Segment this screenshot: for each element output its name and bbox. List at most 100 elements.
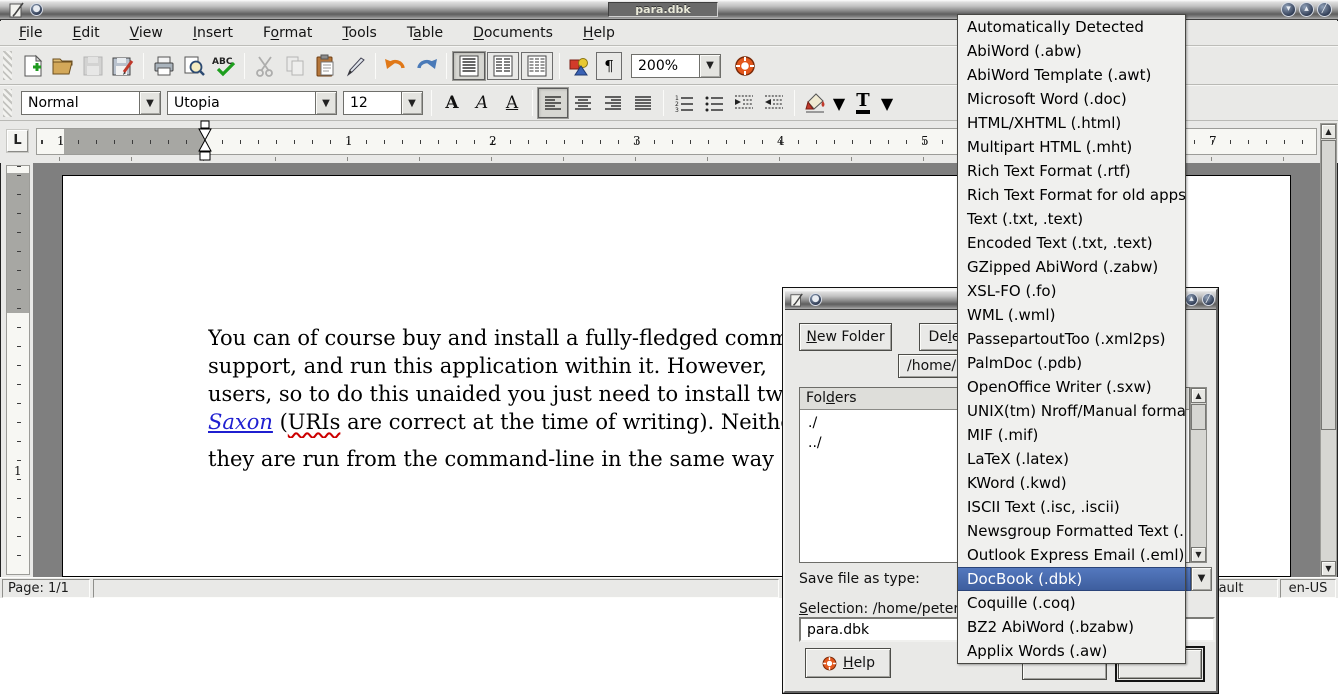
text-line[interactable]: support, and run this application within… <box>208 354 793 382</box>
scrollbar-thumb[interactable] <box>1191 404 1206 430</box>
indent-marker[interactable] <box>197 120 213 162</box>
chevron-down-icon[interactable]: ▼ <box>699 54 721 78</box>
format-option[interactable]: AbiWord (.abw) <box>958 39 1185 63</box>
tab-type-selector[interactable]: L <box>7 130 28 152</box>
font-color-button[interactable]: T <box>848 88 878 118</box>
format-option[interactable]: PalmDoc (.pdb) <box>958 351 1185 375</box>
minimize-button[interactable]: ▾ <box>1281 2 1296 17</box>
text-line[interactable]: Saxon (URIs are correct at the time of w… <box>208 410 793 438</box>
misspelled-word[interactable]: URIs <box>288 410 341 434</box>
format-option[interactable]: HTML/XHTML (.html) <box>958 111 1185 135</box>
view-one-column-button[interactable] <box>453 52 485 80</box>
menu-tools[interactable]: Tools <box>331 22 388 44</box>
format-option[interactable]: Multipart HTML (.mht) <box>958 135 1185 159</box>
format-option[interactable]: ISCII Text (.isc, .iscii) <box>958 495 1185 519</box>
new-document-button[interactable] <box>18 51 48 81</box>
scrollbar-thumb[interactable] <box>1321 140 1336 430</box>
underline-button[interactable]: A <box>497 88 527 118</box>
files-scrollbar[interactable]: ▲ ▼ <box>1190 387 1207 563</box>
stylus-button[interactable] <box>340 51 370 81</box>
format-option[interactable]: PassepartoutToo (.xml2ps) <box>958 327 1185 351</box>
format-option[interactable]: DocBook (.dbk) <box>958 567 1185 591</box>
font-value[interactable]: Utopia <box>167 91 315 115</box>
close-button[interactable]: ╱ <box>1317 2 1332 17</box>
zoom-combobox[interactable]: 200% ▼ <box>631 54 721 78</box>
format-option[interactable]: MIF (.mif) <box>958 423 1185 447</box>
format-option[interactable]: XSL-FO (.fo) <box>958 279 1185 303</box>
format-option[interactable]: Automatically Detected <box>958 15 1185 39</box>
vertical-ruler[interactable]: 1 <box>6 165 30 575</box>
align-right-button[interactable] <box>598 88 628 118</box>
format-option[interactable]: UNIX(tm) Nroff/Manual format (.nroff) <box>958 399 1185 423</box>
format-option[interactable]: WML (.wml) <box>958 303 1185 327</box>
redo-button[interactable] <box>411 51 441 81</box>
menu-view[interactable]: View <box>119 22 174 44</box>
menu-table[interactable]: Table <box>396 22 454 44</box>
numbered-list-button[interactable]: 123 <box>669 88 699 118</box>
view-three-column-button[interactable] <box>521 52 553 80</box>
print-preview-button[interactable] <box>179 51 209 81</box>
dialog-help-button[interactable]: Help <box>805 648 891 678</box>
help-button[interactable] <box>730 51 760 81</box>
menu-documents[interactable]: Documents <box>462 22 564 44</box>
font-combobox[interactable]: Utopia ▼ <box>167 91 337 115</box>
chevron-down-icon[interactable]: ▼ <box>830 92 848 114</box>
show-paragraphs-button[interactable]: ¶ <box>596 52 622 80</box>
menu-format[interactable]: Format <box>252 22 323 44</box>
menu-edit[interactable]: Edit <box>61 22 110 44</box>
bullet-list-button[interactable] <box>699 88 729 118</box>
scroll-down-icon[interactable]: ▼ <box>1321 561 1336 576</box>
format-option[interactable]: Text (.txt, .text) <box>958 207 1185 231</box>
chevron-down-icon[interactable]: ▼ <box>315 91 337 115</box>
language-indicator[interactable]: en-US <box>1280 579 1336 598</box>
print-button[interactable] <box>149 51 179 81</box>
scroll-down-icon[interactable]: ▼ <box>1191 547 1206 562</box>
format-option[interactable]: Rich Text Format for old apps (.rtf) <box>958 183 1185 207</box>
close-button[interactable]: ╱ <box>1202 293 1215 306</box>
font-size-value[interactable]: 12 <box>343 91 401 115</box>
window-menu-button[interactable]: ● <box>30 3 43 16</box>
chevron-down-icon[interactable]: ▼ <box>878 92 896 114</box>
format-option[interactable]: Newsgroup Formatted Text (.nws) <box>958 519 1185 543</box>
maximize-button[interactable]: ▴ <box>1299 2 1314 17</box>
scroll-up-icon[interactable]: ▲ <box>1321 124 1336 139</box>
window-menu-button[interactable]: ● <box>809 293 822 306</box>
format-option[interactable]: BZ2 AbiWord (.bzabw) <box>958 615 1185 639</box>
format-option[interactable]: KWord (.kwd) <box>958 471 1185 495</box>
new-folder-button[interactable]: New Folder <box>799 323 892 351</box>
zoom-value[interactable]: 200% <box>631 54 699 78</box>
format-option[interactable]: OpenOffice Writer (.sxw) <box>958 375 1185 399</box>
increase-indent-button[interactable] <box>759 88 789 118</box>
save-as-button[interactable] <box>108 51 138 81</box>
format-option[interactable]: Rich Text Format (.rtf) <box>958 159 1185 183</box>
style-combobox[interactable]: Normal ▼ <box>21 91 161 115</box>
scroll-up-icon[interactable]: ▲ <box>1191 388 1206 403</box>
align-justify-button[interactable] <box>628 88 658 118</box>
open-button[interactable] <box>48 51 78 81</box>
maximize-button[interactable]: ▴ <box>1185 293 1198 306</box>
toolbar-grip[interactable] <box>3 51 12 81</box>
format-option[interactable]: Microsoft Word (.doc) <box>958 87 1185 111</box>
format-option[interactable]: LaTeX (.latex) <box>958 447 1185 471</box>
view-two-column-button[interactable] <box>487 52 519 80</box>
italic-button[interactable]: A <box>467 88 497 118</box>
insert-symbol-button[interactable] <box>565 51 595 81</box>
format-option[interactable]: Coquille (.coq) <box>958 591 1185 615</box>
style-value[interactable]: Normal <box>21 91 139 115</box>
format-option[interactable]: Applix Words (.aw) <box>958 639 1185 663</box>
chevron-down-icon[interactable]: ▼ <box>401 91 423 115</box>
menu-file[interactable]: File <box>8 22 53 44</box>
undo-button[interactable] <box>381 51 411 81</box>
format-option[interactable]: Encoded Text (.txt, .text) <box>958 231 1185 255</box>
decrease-indent-button[interactable] <box>729 88 759 118</box>
format-option[interactable]: AbiWord Template (.awt) <box>958 63 1185 87</box>
chevron-down-icon[interactable]: ▼ <box>139 91 161 115</box>
paste-button[interactable] <box>310 51 340 81</box>
format-option[interactable]: GZipped AbiWord (.zabw) <box>958 255 1185 279</box>
vertical-scrollbar[interactable]: ▲ ▼ <box>1320 123 1337 577</box>
font-size-combobox[interactable]: 12 ▼ <box>343 91 423 115</box>
hyperlink[interactable]: Saxon <box>208 410 273 434</box>
text-line[interactable]: users, so to do this unaided you just ne… <box>208 382 793 410</box>
align-left-button[interactable] <box>538 88 568 118</box>
format-option[interactable]: Outlook Express Email (.eml) <box>958 543 1185 567</box>
